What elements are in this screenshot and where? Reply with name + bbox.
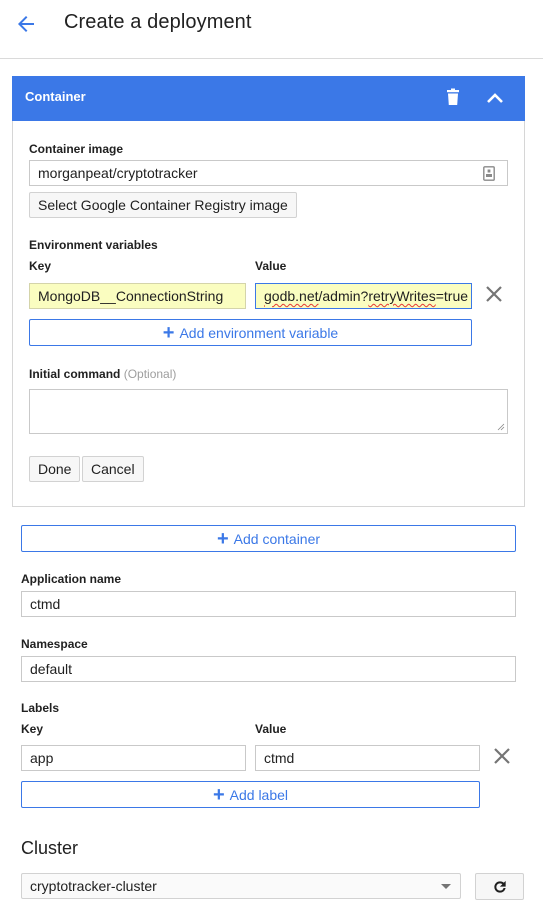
- initial-command-textarea[interactable]: [29, 389, 508, 434]
- env-key-header: Key: [29, 259, 52, 273]
- labels-key-header: Key: [21, 722, 44, 736]
- remove-env-var-button[interactable]: [485, 285, 503, 303]
- env-value-part-domain: godb.net: [264, 288, 319, 304]
- done-button[interactable]: Done: [29, 456, 81, 482]
- env-value-part-end: =true: [435, 288, 469, 304]
- page-header: Create a deployment: [0, 0, 543, 59]
- namespace-input[interactable]: default: [21, 656, 516, 682]
- autofill-contact-icon: [483, 166, 495, 181]
- label-key-input[interactable]: app: [21, 745, 246, 771]
- plus-icon: +: [216, 527, 229, 550]
- plus-icon: +: [212, 783, 225, 806]
- refresh-icon: [493, 880, 506, 893]
- env-value-part-path: /admin?: [318, 288, 369, 304]
- cluster-title: Cluster: [21, 838, 79, 858]
- env-value-header: Value: [255, 259, 287, 273]
- optional-hint: (Optional): [123, 367, 177, 381]
- container-image-value: morganpeat/cryptotracker: [38, 165, 198, 181]
- add-label-label: Add label: [229, 786, 289, 803]
- add-container-label: Add container: [233, 530, 321, 547]
- env-key-input[interactable]: MongoDB__ConnectionString: [29, 283, 246, 309]
- initial-command-label-text: Initial command: [29, 367, 121, 381]
- labels-label: Labels: [21, 701, 60, 715]
- trash-icon: [447, 88, 459, 105]
- add-label-button[interactable]: + Add label: [21, 781, 480, 808]
- add-container-button[interactable]: + Add container: [21, 525, 516, 552]
- container-image-input[interactable]: morganpeat/cryptotracker: [29, 160, 508, 186]
- env-vars-label: Environment variables: [29, 238, 158, 252]
- container-card: Container Container image morganpeat/cry…: [12, 76, 525, 507]
- cluster-select[interactable]: cryptotracker-cluster: [21, 873, 461, 899]
- remove-label-button[interactable]: [493, 747, 511, 765]
- initial-command-label: Initial command (Optional): [29, 367, 176, 381]
- refresh-clusters-button[interactable]: [475, 873, 524, 900]
- container-image-label: Container image: [29, 142, 124, 156]
- back-button[interactable]: [14, 12, 38, 36]
- select-gcr-image-button[interactable]: Select Google Container Registry image: [29, 192, 297, 218]
- add-env-var-label: Add environment variable: [179, 324, 339, 341]
- env-value-input[interactable]: godb.net/admin?retryWrites=true: [255, 283, 472, 309]
- namespace-label: Namespace: [21, 637, 88, 651]
- container-card-header[interactable]: Container: [12, 76, 525, 121]
- label-value-input[interactable]: ctmd: [255, 745, 480, 771]
- plus-icon: +: [162, 321, 175, 344]
- cancel-button[interactable]: Cancel: [82, 456, 144, 482]
- collapse-button[interactable]: [484, 88, 506, 108]
- delete-container-button[interactable]: [444, 88, 462, 108]
- dropdown-caret-icon: [441, 884, 451, 889]
- close-icon: [494, 748, 510, 764]
- chevron-up-icon: [487, 93, 503, 103]
- arrow-left-icon: [18, 16, 34, 32]
- cluster-selected-value: cryptotracker-cluster: [30, 878, 157, 894]
- page-title: Create a deployment: [64, 11, 252, 33]
- application-name-input[interactable]: ctmd: [21, 591, 516, 617]
- container-card-title: Container: [25, 89, 86, 104]
- labels-value-header: Value: [255, 722, 287, 736]
- close-icon: [486, 286, 502, 302]
- add-env-var-button[interactable]: + Add environment variable: [29, 319, 472, 346]
- resize-grip-icon[interactable]: [497, 423, 505, 431]
- env-value-part-param: retryWrites: [368, 288, 436, 304]
- application-name-label: Application name: [21, 572, 122, 586]
